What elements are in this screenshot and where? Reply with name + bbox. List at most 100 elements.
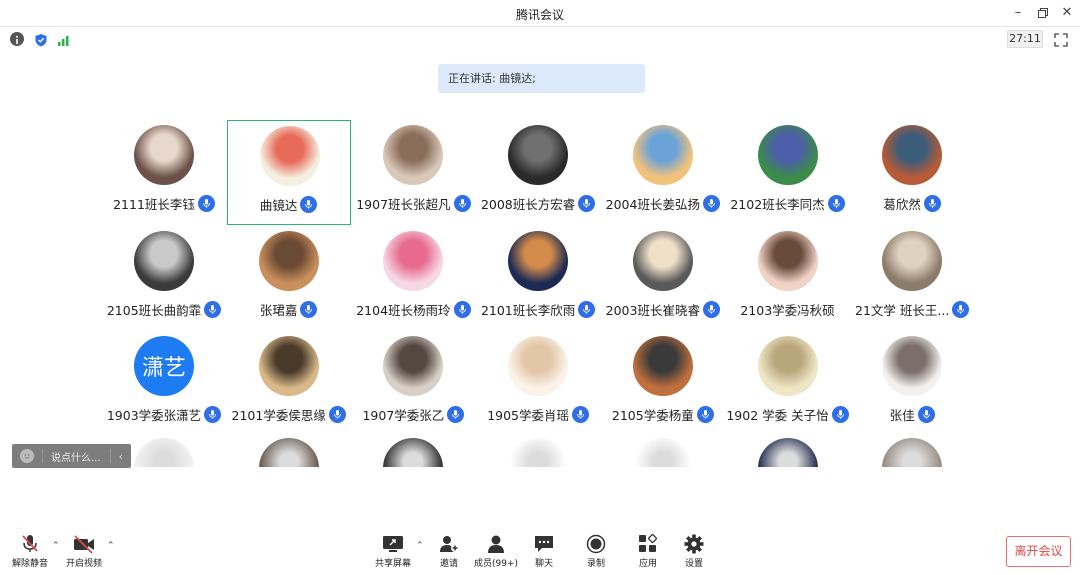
mic-active-icon — [197, 194, 215, 212]
info-icon[interactable] — [10, 32, 24, 46]
avatar — [508, 125, 569, 185]
avatar — [882, 231, 943, 291]
chat-button[interactable]: 聊天 — [518, 534, 570, 569]
members-icon — [488, 535, 504, 553]
participant-name-row: 1907学委张乙 — [351, 404, 475, 424]
mic-active-icon — [453, 300, 471, 318]
participant-name: 21文学 班长王... — [855, 302, 950, 318]
invite-button[interactable]: 邀请 — [423, 534, 475, 569]
participant-name: 1907班长张超凡 — [356, 196, 451, 212]
participant-tile[interactable]: 潇艺 1903学委张潇艺 — [102, 331, 226, 436]
participant-name: 2101学委侯思缘 — [231, 407, 326, 423]
participant-name-row: 葛欣然 — [850, 193, 974, 213]
participant-name: 1903学委张潇艺 — [106, 407, 202, 423]
share-screen-button[interactable]: 共享屏幕 — [367, 534, 419, 569]
record-icon — [586, 534, 606, 554]
participant-tile[interactable]: 2101学委侯思缘 — [227, 331, 351, 436]
avatar — [508, 336, 569, 396]
collapse-chevron-icon[interactable]: ‹ — [119, 450, 123, 463]
video-options-chevron-icon[interactable]: ⌃ — [107, 541, 115, 551]
participant-tile[interactable]: 2105学委杨童 — [601, 331, 725, 436]
restore-icon[interactable] — [1033, 4, 1053, 22]
bottom-toolbar: 解除静音 ⌃ 开启视频 ⌃ 共享屏幕 ⌃ 邀请 成员(99+) 聊天 录制 应用… — [0, 527, 1080, 575]
participant-name-row: 2111班长李钰 — [102, 193, 226, 213]
apps-label: 应用 — [638, 559, 657, 569]
start-video-button[interactable]: 开启视频 — [58, 534, 110, 569]
participant-name: 2003班长崔晓睿 — [605, 302, 700, 318]
participant-tile[interactable]: 葛欣然 — [850, 120, 974, 225]
record-label: 录制 — [586, 559, 605, 569]
participant-name-row: 曲镜达 — [228, 194, 350, 214]
participant-name-row: 2105学委杨童 — [601, 404, 725, 424]
participant-name: 1902 学委 关子怡 — [726, 407, 829, 423]
speaking-indicator: 正在讲话: 曲镜达; — [438, 64, 645, 93]
meeting-timer: 27:11 — [1007, 30, 1043, 48]
participant-tile[interactable]: 2103学委冯秋硕 — [726, 226, 850, 331]
avatar — [383, 125, 444, 185]
unmute-label: 解除静音 — [11, 559, 48, 569]
close-icon[interactable]: ✕ — [1057, 4, 1077, 22]
participant-name: 2105学委杨童 — [611, 407, 694, 423]
signal-icon[interactable] — [57, 32, 71, 46]
participant-name-row: 2003班长崔晓睿 — [601, 299, 725, 319]
participant-tile[interactable]: 1905学委肖瑶 — [476, 331, 600, 436]
leave-meeting-button[interactable]: 离开会议 — [1006, 536, 1071, 567]
chat-divider — [42, 449, 43, 463]
chat-input-box[interactable]: 说点什么... ‹ — [12, 444, 131, 468]
avatar — [259, 126, 320, 186]
participant-name-row: 1902 学委 关子怡 — [726, 404, 850, 424]
participant-name: 张珺嘉 — [259, 302, 298, 318]
participant-tile[interactable]: 21文学 班长王... — [850, 226, 974, 331]
avatar — [383, 336, 444, 396]
participant-name-row: 2101班长李欣雨 — [476, 299, 600, 319]
participant-name: 2102班长李同杰 — [730, 196, 825, 212]
shield-icon[interactable] — [34, 32, 48, 47]
participant-tile[interactable]: 2008班长方宏睿 — [476, 120, 600, 225]
grid-bottom-mask — [0, 467, 1080, 527]
participant-name: 2111班长李钰 — [113, 196, 195, 212]
avatar — [757, 336, 818, 396]
apps-grid-icon — [639, 534, 657, 552]
apps-button[interactable]: 应用 — [622, 534, 674, 569]
participant-name: 2101班长李欣雨 — [480, 302, 576, 318]
participant-tile[interactable]: 1907班长张超凡 — [351, 120, 475, 225]
participant-tile[interactable]: 2102班长李同杰 — [726, 120, 850, 225]
participant-tile[interactable]: 2104班长杨雨玲 — [351, 226, 475, 331]
members-button[interactable]: 成员(99+) — [470, 534, 522, 569]
mic-muted-icon — [22, 535, 38, 552]
participant-tile[interactable]: 1907学委张乙 — [351, 331, 475, 436]
participant-tile[interactable]: 2101班长李欣雨 — [476, 226, 600, 331]
fullscreen-icon[interactable] — [1054, 32, 1068, 47]
settings-button[interactable]: 设置 — [668, 534, 720, 569]
participant-name-row: 2008班长方宏睿 — [476, 193, 600, 213]
participant-tile[interactable]: 2105班长曲韵霏 — [102, 226, 226, 331]
mic-active-icon — [204, 405, 222, 423]
participant-name: 2004班长姜弘扬 — [605, 196, 700, 212]
participant-tile[interactable]: 1902 学委 关子怡 — [726, 331, 850, 436]
avatar — [258, 336, 319, 396]
participant-tile[interactable]: 张珺嘉 — [227, 226, 351, 331]
mic-active-icon — [578, 300, 596, 318]
invite-label: 邀请 — [439, 559, 458, 569]
avatar — [882, 336, 943, 396]
participant-tile[interactable]: 2003班长崔晓睿 — [601, 226, 725, 331]
participant-name-row: 1907班长张超凡 — [351, 193, 475, 213]
participant-name-row: 1903学委张潇艺 — [102, 404, 226, 424]
participant-tile[interactable]: 曲镜达 — [226, 120, 351, 225]
participant-name-row: 21文学 班长王... — [850, 299, 974, 319]
unmute-button[interactable]: 解除静音 — [4, 534, 56, 569]
record-button[interactable]: 录制 — [570, 534, 622, 569]
participant-tile[interactable]: 张佳 — [850, 331, 974, 436]
participant-tile[interactable]: 2004班长姜弘扬 — [601, 120, 725, 225]
avatar — [632, 125, 693, 185]
participant-tile[interactable]: 2111班长李钰 — [102, 120, 226, 225]
emoji-icon[interactable] — [20, 449, 34, 463]
minimize-icon[interactable]: – — [1008, 4, 1028, 22]
avatar — [134, 231, 194, 291]
share-screen-icon — [383, 536, 403, 552]
avatar — [757, 125, 818, 185]
mic-active-icon — [572, 405, 589, 423]
mic-active-icon — [702, 194, 720, 212]
participant-name: 2103学委冯秋硕 — [740, 302, 835, 318]
avatar — [757, 231, 818, 291]
